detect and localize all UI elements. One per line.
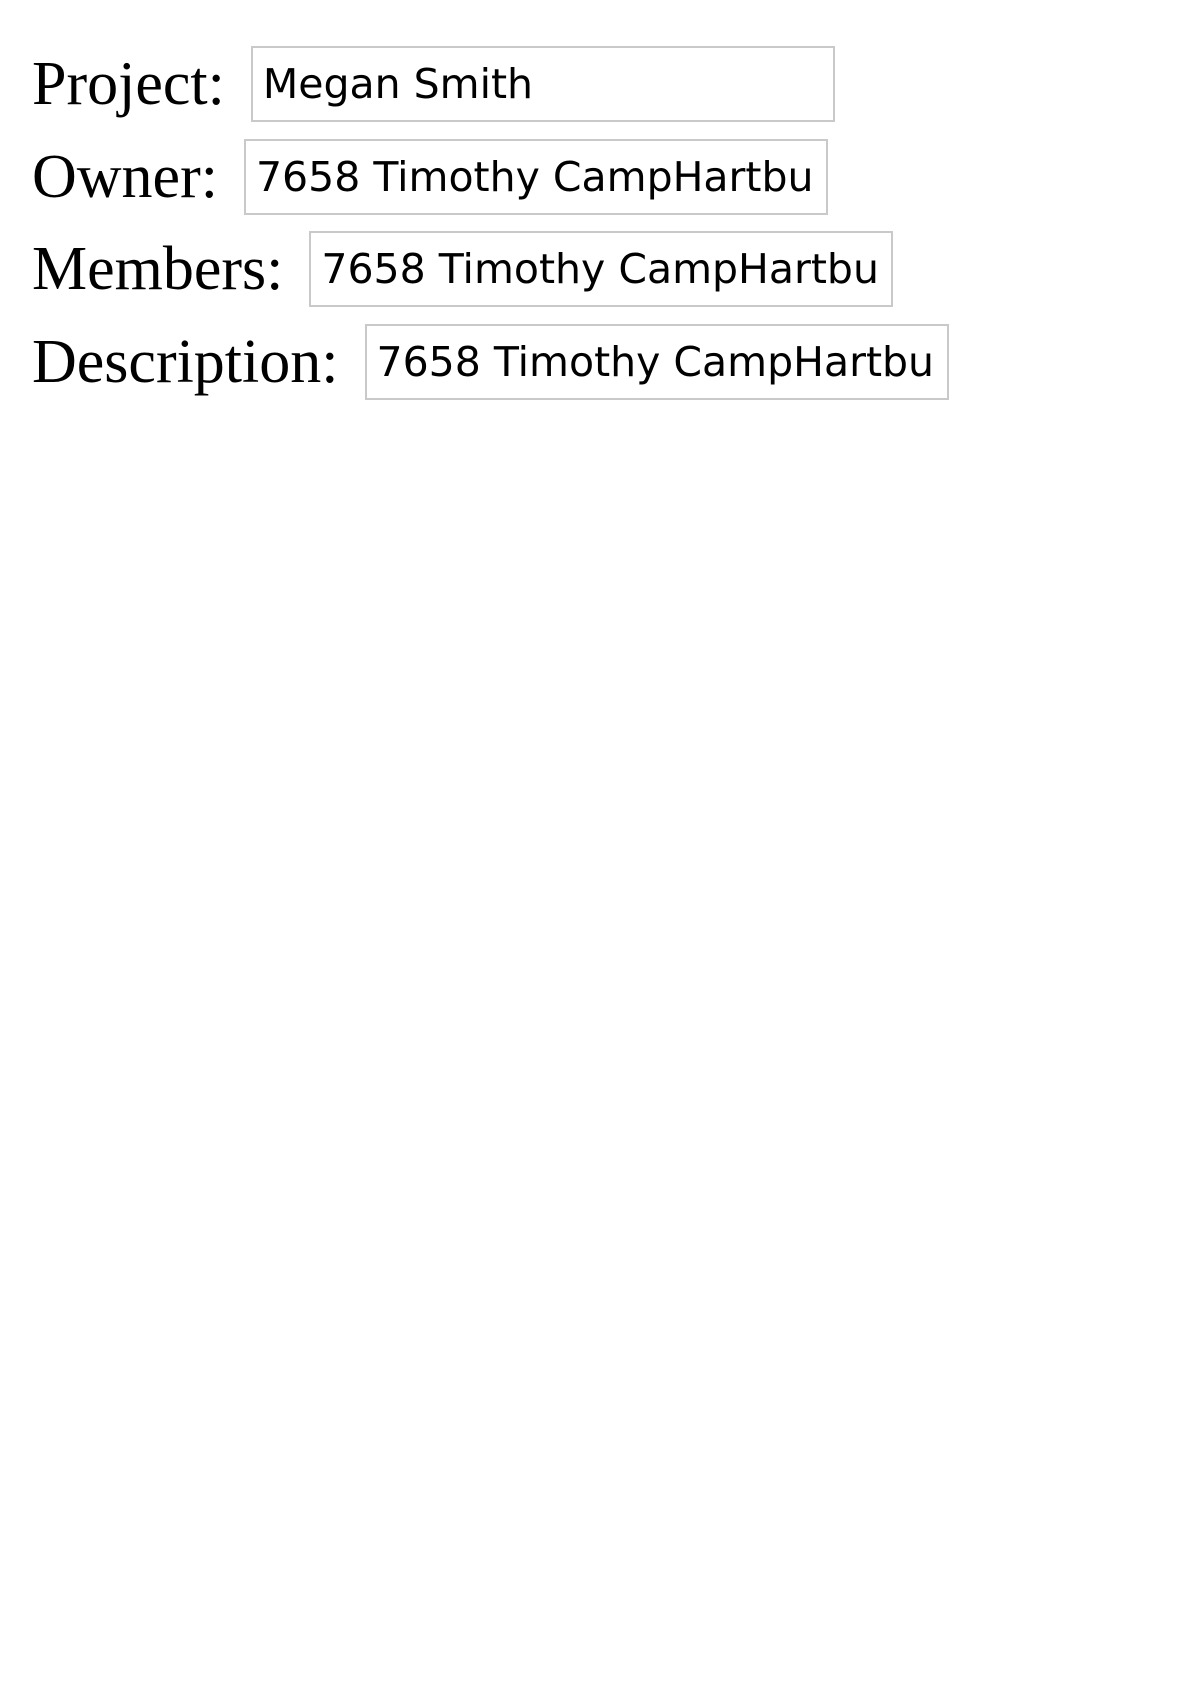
owner-label: Owner: [32,142,218,211]
description-input[interactable] [364,323,949,400]
members-row: Members: [32,223,949,316]
members-label: Members: [32,235,284,304]
description-label: Description: [32,327,339,396]
members-input[interactable] [309,231,894,308]
description-row: Description: [32,316,949,409]
project-row: Project: [32,38,949,131]
owner-input[interactable] [243,138,828,215]
project-form: Project: Owner: Members: Description: [32,38,949,408]
owner-row: Owner: [32,131,949,224]
project-label: Project: [32,50,225,119]
project-input[interactable] [250,46,835,123]
